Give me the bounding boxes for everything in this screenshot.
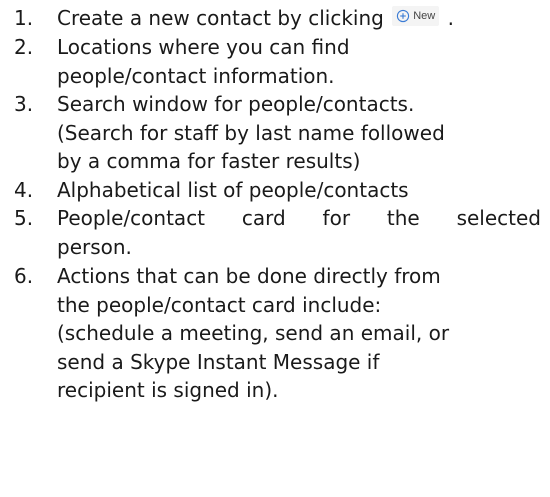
instructions-document: 1. Create a new contact by clicking New … (0, 0, 550, 497)
new-chip-label: New (413, 10, 436, 22)
step-line: Actions that can be done directly from (57, 264, 441, 288)
step-line: Create a new contact by clicking New . (57, 4, 545, 33)
plus-circle-icon (397, 9, 410, 23)
step-number: 3. (14, 92, 34, 116)
step-line-period: . (447, 6, 454, 30)
step-line: Alphabetical list of people/contacts (57, 178, 409, 202)
step-number: 1. (14, 6, 34, 30)
step-text: Alphabetical list of people/contacts (57, 176, 545, 205)
step-line: people/contact information. (57, 63, 335, 88)
step-line: send a Skype Instant Message if (57, 349, 380, 374)
step-number: 4. (14, 178, 34, 202)
step-text: People/contact card for the selected per… (57, 204, 545, 261)
step-number: 6. (14, 264, 34, 288)
new-button-chip: New (392, 6, 440, 26)
step-text: Actions that can be done directly from t… (57, 262, 545, 405)
step-line: Search window for people/contacts. (57, 92, 415, 116)
step-line: by a comma for faster results) (57, 149, 361, 174)
step-text: Search window for people/contacts. (Sear… (57, 90, 545, 176)
step-number: 5. (14, 206, 34, 230)
step-line: (schedule a meeting, send an email, or (57, 321, 450, 346)
step-line: recipient is signed in). (57, 378, 279, 403)
step-line: person. (57, 234, 132, 259)
step-line: (Search for staff by last name followed (57, 120, 445, 145)
step-line: the people/contact card include: (57, 292, 382, 317)
step-line: Locations where you can find (57, 35, 350, 59)
step-number: 2. (14, 35, 34, 59)
step-line: People/contact card for the selected (57, 206, 541, 230)
step-text: Locations where you can find people/cont… (57, 33, 545, 90)
step-line-text: Create a new contact by clicking (57, 6, 384, 30)
step-text: Create a new contact by clicking New . (57, 4, 545, 33)
